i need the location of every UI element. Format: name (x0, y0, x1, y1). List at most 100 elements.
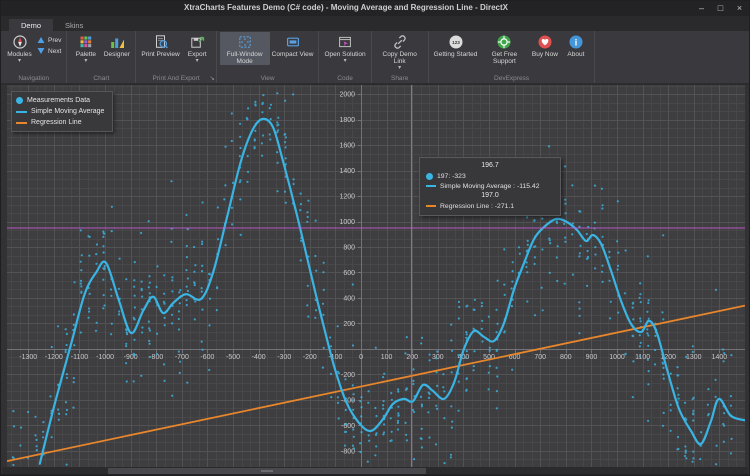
scatter-point (284, 191, 286, 193)
scatter-point (322, 303, 324, 305)
scatter-point (534, 256, 536, 258)
scatter-point (450, 456, 452, 458)
ribbon-group-view: Full-Window ModeCompact ViewView (217, 31, 320, 83)
scatter-point (322, 367, 324, 369)
scatter-point (88, 311, 90, 313)
scatter-point (208, 324, 210, 326)
scatter-point (133, 380, 135, 382)
scatter-point (693, 397, 695, 399)
scatter-point (661, 311, 663, 313)
ribbon-button-prev[interactable]: Prev (37, 36, 61, 44)
scatter-point (503, 248, 505, 250)
chart-plot[interactable]: -1300-1200-1100-1000-900-800-700-600-500… (7, 85, 745, 467)
scatter-point (442, 373, 444, 375)
scatter-point (699, 458, 701, 460)
ribbon-button-label: Modules (7, 51, 32, 58)
scatter-point (148, 327, 150, 329)
scatter-point (110, 288, 112, 290)
scatter-point (565, 212, 567, 214)
scatter-point (307, 285, 309, 287)
scatter-point (307, 316, 309, 318)
scatter-point (103, 251, 105, 253)
svg-text:123: 123 (452, 40, 460, 45)
scatter-point (541, 287, 543, 289)
scatter-point (193, 246, 195, 248)
scatter-point (512, 261, 514, 263)
scatter-point (382, 376, 384, 378)
x-axis-tick-label: -1200 (45, 354, 63, 361)
scatter-point (578, 255, 580, 257)
x-axis-tick-label: -1000 (96, 354, 114, 361)
maximize-button[interactable]: □ (711, 1, 730, 16)
ribbon-button-label: Print Preview (141, 51, 179, 58)
ribbon-button-next[interactable]: Next (37, 47, 61, 55)
scatter-point (359, 451, 361, 453)
scatter-point (88, 255, 90, 257)
dialog-launcher-icon[interactable]: ↘ (210, 75, 215, 83)
ribbon-button-full-window-mode[interactable]: Full-Window Mode (220, 32, 270, 65)
ribbon-button-get-free-support[interactable]: Get Free Support (479, 32, 529, 65)
scatter-point (118, 313, 120, 315)
ribbon-button-modules[interactable]: Modules▾ (4, 32, 35, 64)
ribbon-button-export[interactable]: Export▾ (182, 32, 213, 64)
scatter-point (262, 102, 264, 104)
scatter-point (125, 329, 127, 331)
tab-demo[interactable]: Demo (9, 19, 53, 31)
scatter-point (663, 412, 665, 414)
scatter-point (496, 323, 498, 325)
scatter-point (171, 279, 173, 281)
scatter-point (307, 216, 309, 218)
scatter-point (428, 392, 430, 394)
tooltip-value-text: Regression Line : -271.1 (440, 203, 514, 210)
scatter-point (564, 241, 566, 243)
scatter-point (337, 402, 339, 404)
scatter-point (315, 309, 317, 311)
ribbon-button-print-preview[interactable]: Print Preview (139, 32, 181, 58)
ribbon-button-compact-view[interactable]: Compact View (270, 32, 316, 58)
ribbon-button-open-solution[interactable]: Open Solution▾ (322, 32, 367, 64)
ribbon-button-buy-now[interactable]: Buy Now (529, 32, 560, 58)
scatter-point (262, 94, 264, 96)
scatter-point (185, 214, 187, 216)
x-axis-tick-label: -900 (124, 354, 138, 361)
scatter-point (73, 377, 75, 379)
scatter-point (692, 419, 694, 421)
scatter-point (277, 124, 279, 126)
scatter-point (451, 350, 453, 352)
scatter-point (489, 365, 491, 367)
scatter-point (421, 438, 423, 440)
ribbon-button-palette[interactable]: Palette▾ (70, 32, 101, 64)
scatter-point (435, 443, 437, 445)
scatter-point (51, 346, 53, 348)
scatter-point (293, 183, 295, 185)
ribbon-button-getting-started[interactable]: 123Getting Started (432, 32, 480, 58)
minimize-button[interactable]: – (692, 1, 711, 16)
scatter-point (276, 121, 278, 123)
scatter-point (149, 282, 151, 284)
scatter-point (511, 305, 513, 307)
scatter-point (73, 344, 75, 346)
scatter-point (12, 456, 14, 458)
scatter-point (670, 430, 672, 432)
scatter-point (314, 255, 316, 257)
scatter-point (466, 305, 468, 307)
scatter-point (194, 264, 196, 266)
scatter-point (512, 270, 514, 272)
scatter-point (391, 431, 393, 433)
scatter-point (306, 211, 308, 213)
scatter-point (429, 354, 431, 356)
close-button[interactable]: × (730, 1, 749, 16)
ribbon-button-copy-demo-link[interactable]: Copy Demo Link▾ (375, 32, 425, 71)
scatter-point (276, 190, 278, 192)
tab-skins[interactable]: Skins (53, 19, 95, 31)
scatter-point (284, 141, 286, 143)
scatter-point (632, 335, 634, 337)
scatter-point (163, 363, 165, 365)
scatter-point (648, 318, 650, 320)
ribbon-button-designer[interactable]: Designer (101, 32, 132, 58)
scatter-point (338, 417, 340, 419)
scatter-point (685, 450, 687, 452)
tooltip-argument-header: 197.0 (426, 191, 554, 201)
y-axis-tick-label: 800 (343, 245, 355, 252)
ribbon-button-about[interactable]: iAbout (560, 32, 591, 58)
